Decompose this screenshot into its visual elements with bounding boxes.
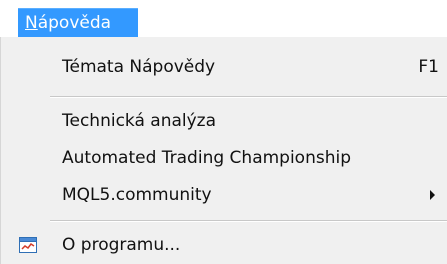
menu-item-technical-analysis-label: Technická analýza xyxy=(62,111,217,131)
menu-item-help-topics[interactable]: Témata Nápovědy F1 xyxy=(0,52,447,82)
menu-item-mql5-community[interactable]: MQL5.community xyxy=(0,180,447,210)
dropdown-menu: Témata Nápovědy F1 Technická analýza Aut… xyxy=(0,37,447,264)
menu-napoveda[interactable]: Nápověda xyxy=(18,8,138,37)
menu-item-about-label: O programu... xyxy=(62,235,181,255)
menu-bar: Nápověda xyxy=(0,0,447,37)
menu-separator xyxy=(50,96,447,98)
menu-item-automated-trading-championship-label: Automated Trading Championship xyxy=(62,148,351,168)
menu-separator xyxy=(50,220,447,222)
chart-window-icon xyxy=(19,237,37,253)
menu-napoveda-label: Nápověda xyxy=(25,13,112,33)
menu-item-technical-analysis[interactable]: Technická analýza xyxy=(0,106,447,136)
submenu-arrow-icon xyxy=(430,190,435,200)
shortcut-f1: F1 xyxy=(418,57,439,77)
menu-item-automated-trading-championship[interactable]: Automated Trading Championship xyxy=(0,143,447,173)
menu-item-about[interactable]: O programu... xyxy=(0,230,447,260)
menu-item-mql5-community-label: MQL5.community xyxy=(62,185,212,205)
menu-item-help-topics-label: Témata Nápovědy xyxy=(62,57,216,77)
